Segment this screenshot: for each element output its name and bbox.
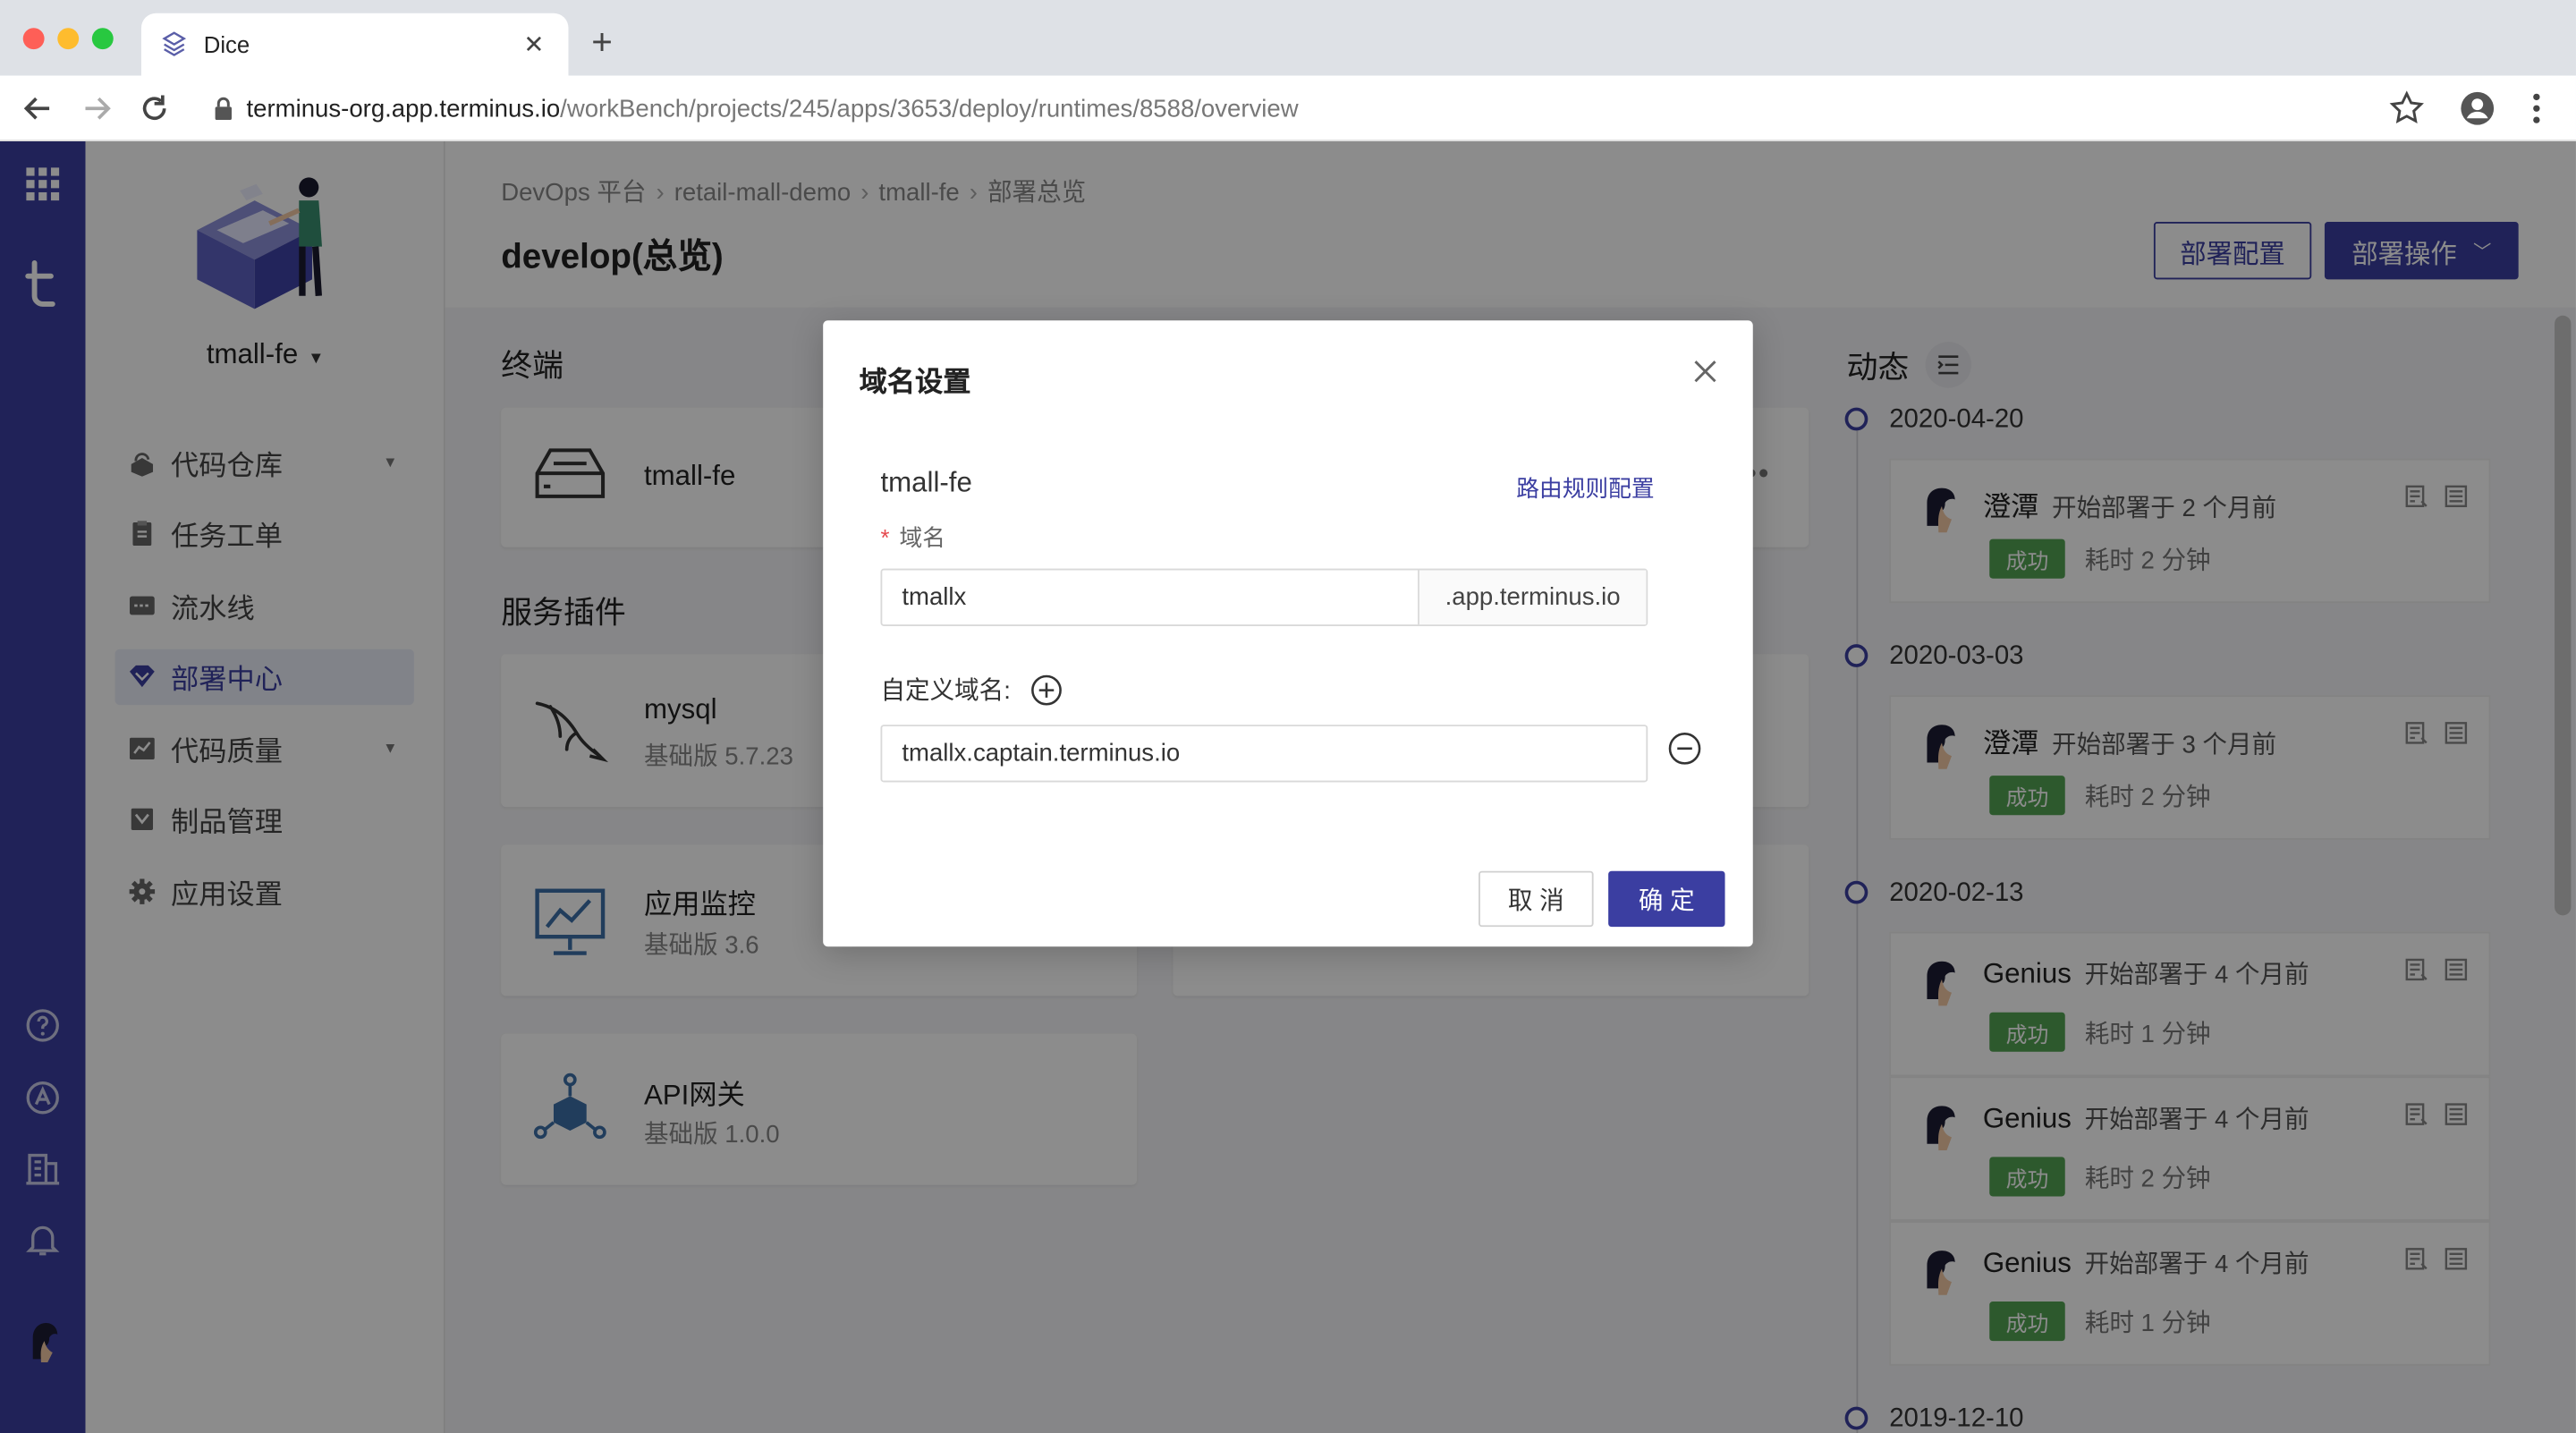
custom-domain-label: 自定义域名: xyxy=(880,672,1063,707)
url-text: terminus-org.app.terminus.io/workBench/p… xyxy=(247,95,1299,123)
lock-icon xyxy=(215,97,232,121)
minimize-window-button[interactable] xyxy=(57,28,80,50)
domain-input-group: tmallx .app.terminus.io xyxy=(880,568,1648,626)
close-icon[interactable] xyxy=(1690,357,1720,386)
window-controls xyxy=(22,28,114,50)
url-host: terminus-org.app.terminus.io xyxy=(246,94,561,123)
modal-title: 域名设置 xyxy=(859,366,971,398)
cancel-button[interactable]: 取 消 xyxy=(1479,870,1594,928)
remove-circle-icon[interactable] xyxy=(1667,732,1702,767)
tab-title: Dice xyxy=(203,30,250,58)
domain-label: * 域名 xyxy=(880,521,945,554)
domain-suffix: .app.terminus.io xyxy=(1419,570,1647,625)
modal-app-name: tmall-fe xyxy=(880,466,972,498)
reload-icon[interactable] xyxy=(136,90,172,126)
url-path: /workBench/projects/245/apps/3653/deploy… xyxy=(560,94,1299,123)
dice-favicon-icon xyxy=(162,31,187,56)
domain-label-text: 域名 xyxy=(899,524,945,551)
address-bar: terminus-org.app.terminus.io/workBench/p… xyxy=(0,75,2576,141)
close-window-button[interactable] xyxy=(22,28,45,50)
required-mark: * xyxy=(880,524,890,551)
browser-tab[interactable]: Dice ✕ xyxy=(140,13,569,76)
profile-icon[interactable] xyxy=(2460,90,2496,126)
domain-input[interactable]: tmallx xyxy=(882,570,1419,625)
new-tab-button[interactable]: + xyxy=(591,22,613,63)
domain-settings-modal: 域名设置 tmall-fe 路由规则配置 * 域名 tmallx .app.ter… xyxy=(823,320,1753,947)
browser-tab-bar: Dice ✕ + xyxy=(0,0,2576,76)
confirm-button[interactable]: 确 定 xyxy=(1608,870,1725,928)
tab-close-icon[interactable]: ✕ xyxy=(519,30,548,59)
route-rules-link[interactable]: 路由规则配置 xyxy=(1516,471,1654,505)
forward-icon[interactable] xyxy=(79,90,114,126)
back-icon[interactable] xyxy=(20,90,55,126)
maximize-window-button[interactable] xyxy=(91,28,114,50)
browser-menu-icon[interactable] xyxy=(2519,90,2555,126)
custom-domain-label-text: 自定义域名: xyxy=(880,676,1011,706)
url-field[interactable]: terminus-org.app.terminus.io/workBench/p… xyxy=(194,84,2445,133)
bookmark-star-icon[interactable] xyxy=(2389,90,2425,126)
add-circle-icon[interactable] xyxy=(1030,673,1063,706)
custom-domain-input[interactable]: tmallx.captain.terminus.io xyxy=(880,725,1648,783)
